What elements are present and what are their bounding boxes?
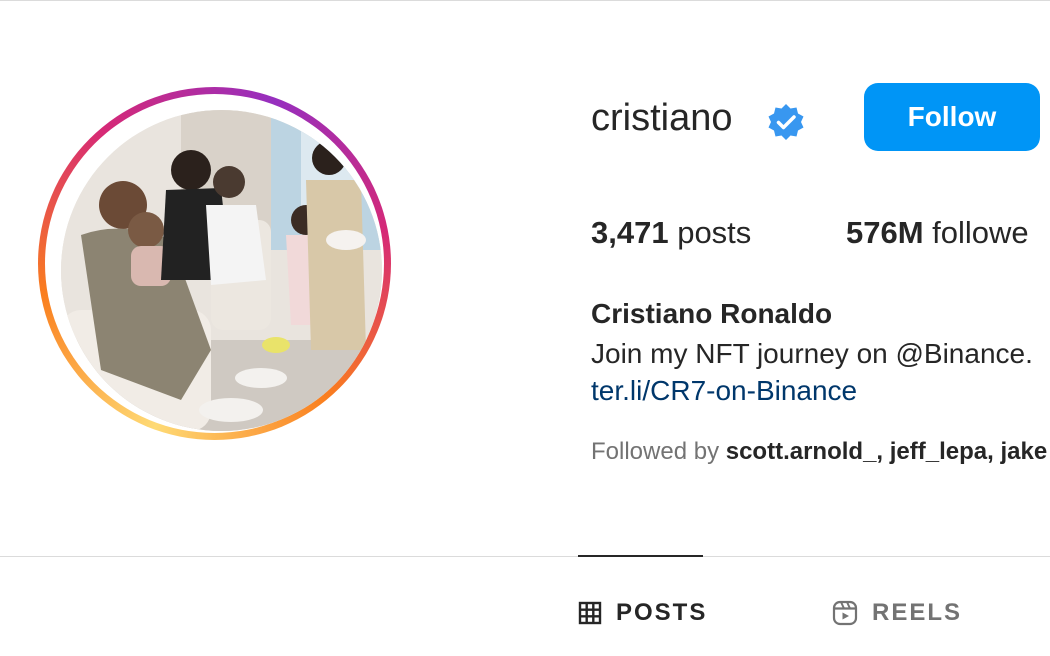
tab-posts[interactable]: POSTS (578, 597, 707, 629)
tab-reels[interactable]: REELS (832, 597, 962, 629)
avatar-photo (61, 110, 382, 431)
followers-count: 576M (846, 215, 924, 250)
posts-stat: 3,471 posts (591, 214, 751, 252)
tab-posts-label: POSTS (616, 599, 708, 626)
verified-badge-icon (768, 104, 804, 140)
profile-avatar[interactable] (61, 110, 382, 431)
tab-reels-label: REELS (872, 599, 963, 626)
profile-bio: Join my NFT journey on @Binance. (591, 338, 1033, 369)
profile-username: cristiano (591, 97, 733, 139)
story-ring[interactable] (38, 87, 391, 440)
followed-by[interactable]: Followed by scott.arnold_, jeff_lepa, ja… (591, 437, 1047, 467)
followers-stat[interactable]: 576M followe (846, 214, 1029, 252)
profile-full-name: Cristiano Ronaldo (591, 298, 833, 329)
reels-icon (832, 600, 858, 626)
followed-by-names: scott.arnold_, jeff_lepa, jake (725, 438, 1048, 465)
tabs-divider (0, 556, 1050, 557)
followed-by-prefix: Followed by (591, 438, 720, 465)
profile-link[interactable]: ter.li/CR7-on-Binance (591, 373, 857, 409)
top-border (0, 0, 1050, 1)
posts-count: 3,471 (591, 215, 669, 250)
follow-button[interactable]: Follow (864, 83, 1040, 151)
followers-label: followe (932, 215, 1029, 250)
grid-icon (578, 601, 602, 625)
posts-label: posts (677, 215, 752, 250)
active-tab-indicator (578, 555, 703, 557)
